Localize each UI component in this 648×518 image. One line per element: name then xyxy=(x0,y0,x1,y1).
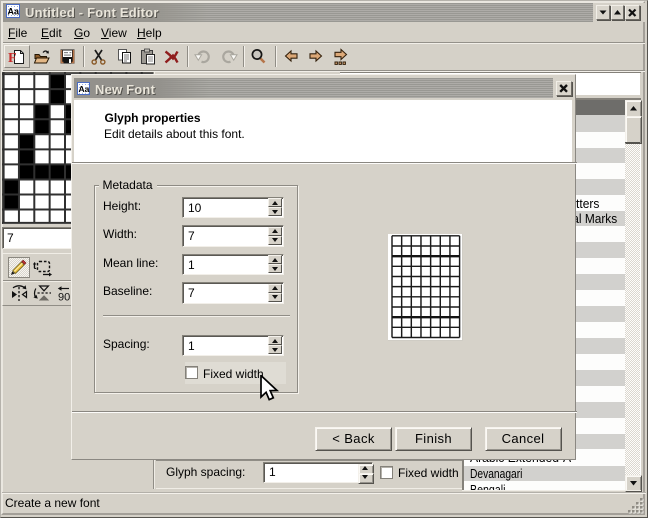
svg-text:F: F xyxy=(8,51,17,66)
svg-text:t: t xyxy=(33,261,37,272)
svg-text:Aa: Aa xyxy=(8,7,20,17)
svg-text:90: 90 xyxy=(58,292,70,303)
svg-text:Aa: Aa xyxy=(79,84,90,94)
